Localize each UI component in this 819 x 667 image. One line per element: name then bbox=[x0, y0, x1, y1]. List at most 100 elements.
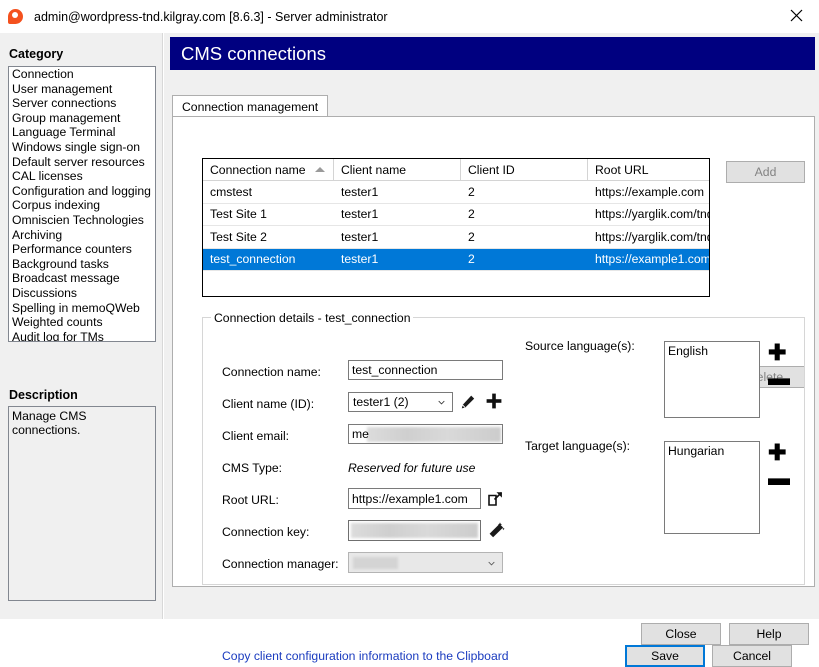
help-button[interactable]: Help bbox=[729, 623, 809, 645]
sidebar-item-weighted-counts[interactable]: Weighted counts bbox=[9, 315, 155, 330]
connection-manager-select[interactable] bbox=[348, 552, 503, 573]
sidebar-item-user-management[interactable]: User management bbox=[9, 82, 155, 97]
sidebar-item-background-tasks[interactable]: Background tasks bbox=[9, 257, 155, 272]
sidebar-item-label: Server connections bbox=[12, 96, 116, 110]
table-header-client-id[interactable]: Client ID bbox=[461, 159, 588, 180]
cms-type-label: CMS Type: bbox=[222, 461, 282, 475]
table-header-label: Root URL bbox=[595, 163, 649, 177]
redaction-overlay bbox=[351, 523, 478, 538]
sidebar-item-label: Discussions bbox=[12, 286, 77, 300]
close-button[interactable]: Close bbox=[641, 623, 721, 645]
add-target-language-button[interactable]: ✚ bbox=[768, 442, 786, 464]
table-cell-connection-name: cmstest bbox=[203, 181, 334, 203]
category-list[interactable]: ConnectionUser managementServer connecti… bbox=[8, 66, 156, 342]
table-cell-client-name: tester1 bbox=[334, 181, 461, 203]
sidebar-item-windows-single-sign-on[interactable]: Windows single sign-on bbox=[9, 140, 155, 155]
sidebar-item-server-connections[interactable]: Server connections bbox=[9, 96, 155, 111]
connections-table[interactable]: Connection name Client name Client ID Root … bbox=[202, 158, 710, 297]
sidebar-item-label: Archiving bbox=[12, 228, 62, 242]
connection-manager-label: Connection manager: bbox=[222, 557, 339, 571]
external-link-icon bbox=[487, 490, 504, 507]
connection-name-input[interactable]: test_connection bbox=[348, 360, 503, 380]
client-email-input[interactable]: me bbox=[348, 424, 503, 444]
connection-key-label: Connection key: bbox=[222, 525, 309, 539]
cms-type-value: Reserved for future use bbox=[348, 461, 475, 475]
table-header-label: Client name bbox=[341, 163, 406, 177]
table-cell-connection-name: Test Site 2 bbox=[203, 226, 334, 248]
copy-client-config-link[interactable]: Copy client configuration information to… bbox=[222, 649, 509, 663]
sidebar-item-spelling-in-memoqweb[interactable]: Spelling in memoQWeb bbox=[9, 301, 155, 316]
root-url-label: Root URL: bbox=[222, 493, 279, 507]
table-cell-root-url: https://example1.com bbox=[588, 249, 709, 271]
sidebar-item-default-server-resources[interactable]: Default server resources bbox=[9, 155, 155, 170]
sidebar-item-performance-counters[interactable]: Performance counters bbox=[9, 242, 155, 257]
sidebar-item-cal-licenses[interactable]: CAL licenses bbox=[9, 169, 155, 184]
category-heading: Category bbox=[9, 47, 63, 61]
redaction-overlay bbox=[353, 557, 398, 569]
connection-details-title: Connection details - test_connection bbox=[211, 311, 413, 325]
sidebar-item-label: Spelling in memoQWeb bbox=[12, 301, 140, 315]
table-header-label: Connection name bbox=[210, 163, 306, 177]
sidebar-item-label: Performance counters bbox=[12, 242, 132, 256]
table-cell-root-url: https://yarglik.com/tnd-1 bbox=[588, 204, 709, 226]
source-language-item[interactable]: English bbox=[665, 342, 759, 358]
table-cell-client-id: 2 bbox=[461, 204, 588, 226]
sidebar-item-label: Broadcast message bbox=[12, 271, 120, 285]
cancel-button[interactable]: Cancel bbox=[712, 645, 792, 667]
sidebar-item-label: Configuration and logging bbox=[12, 184, 151, 198]
table-row[interactable]: Test Site 2tester12https://yarglik.com/t… bbox=[203, 226, 709, 249]
save-button[interactable]: Save bbox=[625, 645, 705, 667]
sidebar-item-group-management[interactable]: Group management bbox=[9, 111, 155, 126]
remove-source-language-button[interactable]: ▬ bbox=[768, 367, 790, 389]
sidebar-item-label: Default server resources bbox=[12, 155, 145, 169]
target-languages-list[interactable]: Hungarian bbox=[664, 441, 760, 534]
sidebar-item-broadcast-message[interactable]: Broadcast message bbox=[9, 271, 155, 286]
sidebar-item-label: Connection bbox=[12, 67, 74, 81]
generate-connection-key-button[interactable] bbox=[485, 519, 507, 541]
sidebar-item-label: Windows single sign-on bbox=[12, 140, 140, 154]
client-name-id-select[interactable]: tester1 (2) bbox=[348, 392, 453, 412]
sort-ascending-icon bbox=[315, 167, 325, 172]
add-client-button[interactable] bbox=[483, 390, 505, 412]
table-cell-client-id: 2 bbox=[461, 226, 588, 248]
tab-strip: Connection management bbox=[172, 95, 815, 117]
target-language-item[interactable]: Hungarian bbox=[665, 442, 759, 458]
sidebar-item-label: Group management bbox=[12, 111, 120, 125]
sidebar-item-corpus-indexing[interactable]: Corpus indexing bbox=[9, 198, 155, 213]
close-icon[interactable] bbox=[773, 0, 819, 31]
sidebar-item-label: User management bbox=[12, 82, 112, 96]
table-row[interactable]: test_connectiontester12https://example1.… bbox=[203, 249, 709, 272]
sidebar-item-discussions[interactable]: Discussions bbox=[9, 286, 155, 301]
source-languages-list[interactable]: English bbox=[664, 341, 760, 418]
table-cell-client-id: 2 bbox=[461, 181, 588, 203]
connection-key-input[interactable] bbox=[348, 520, 481, 541]
remove-target-language-button[interactable]: ▬ bbox=[768, 467, 790, 489]
sidebar-item-audit-log-for-tms[interactable]: Audit log for TMs bbox=[9, 330, 155, 342]
sidebar-item-configuration-and-logging[interactable]: Configuration and logging bbox=[9, 184, 155, 199]
table-header-connection-name[interactable]: Connection name bbox=[203, 159, 334, 180]
open-url-button[interactable] bbox=[484, 487, 506, 509]
connection-management-panel: Connection name Client name Client ID Root … bbox=[172, 117, 815, 587]
sidebar-item-omniscien-technologies[interactable]: Omniscien Technologies bbox=[9, 213, 155, 228]
tab-connection-management[interactable]: Connection management bbox=[172, 95, 328, 117]
target-languages-label: Target language(s): bbox=[525, 439, 630, 453]
sidebar-item-connection[interactable]: Connection bbox=[9, 67, 155, 82]
table-header-client-name[interactable]: Client name bbox=[334, 159, 461, 180]
add-button[interactable]: Add bbox=[726, 161, 805, 183]
table-cell-connection-name: test_connection bbox=[203, 249, 334, 271]
table-header-root-url[interactable]: Root URL bbox=[588, 159, 709, 180]
sidebar-item-label: Weighted counts bbox=[12, 315, 103, 329]
sidebar-item-language-terminal[interactable]: Language Terminal bbox=[9, 125, 155, 140]
description-heading: Description bbox=[9, 388, 78, 402]
table-row[interactable]: cmstesttester12https://example.com bbox=[203, 181, 709, 204]
sidebar-item-archiving[interactable]: Archiving bbox=[9, 228, 155, 243]
edit-client-button[interactable] bbox=[458, 392, 478, 412]
root-url-input[interactable]: https://example1.com bbox=[348, 488, 481, 509]
window-title-bar: admin@wordpress-tnd.kilgray.com [8.6.3] … bbox=[0, 0, 819, 33]
chevron-down-icon bbox=[488, 560, 495, 567]
table-cell-client-name: tester1 bbox=[334, 204, 461, 226]
add-source-language-button[interactable]: ✚ bbox=[768, 342, 786, 364]
client-email-value: me bbox=[352, 427, 369, 441]
table-row[interactable]: Test Site 1tester12https://yarglik.com/t… bbox=[203, 204, 709, 227]
sidebar-item-label: Corpus indexing bbox=[12, 198, 100, 212]
